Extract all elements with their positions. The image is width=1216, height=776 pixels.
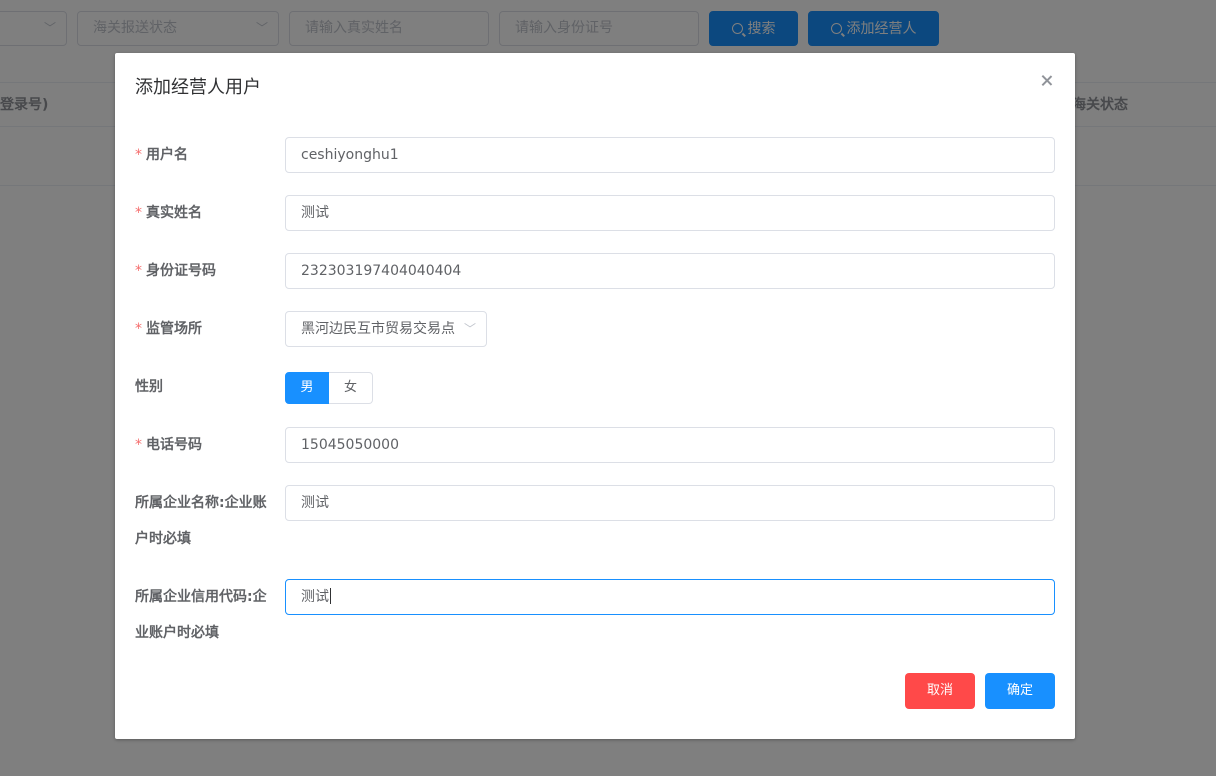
real-name-label: * 真实姓名 [135, 205, 202, 221]
gender-radio-group: 男 女 [285, 372, 373, 404]
real-name-input[interactable]: 测试 [285, 195, 1055, 231]
id-number-label: * 身份证号码 [135, 263, 216, 279]
gender-female-option[interactable]: 女 [329, 372, 373, 404]
site-label: * 监管场所 [135, 321, 202, 337]
cancel-button[interactable]: 取消 [905, 673, 975, 709]
gender-male-option[interactable]: 男 [285, 372, 329, 404]
credit-code-label: 所属企业信用代码:企业账户时必填 [135, 589, 267, 641]
dialog-title: 添加经营人用户 [135, 77, 261, 98]
confirm-button[interactable]: 确定 [985, 673, 1055, 709]
close-icon[interactable] [1039, 73, 1055, 89]
username-label: * 用户名 [135, 147, 188, 163]
gender-label: 性别 [135, 379, 163, 395]
text-caret [330, 588, 331, 604]
site-select-value: 黑河边民互市贸易交易点 [301, 321, 455, 337]
credit-code-input[interactable]: 测试 [285, 579, 1055, 615]
add-operator-dialog: 添加经营人用户 * 用户名 ceshiyonghu1 * 真实姓名 测试 * 身份证号… [115, 53, 1075, 739]
chevron-down-icon: ﹀ [463, 322, 476, 336]
company-name-input[interactable]: 测试 [285, 485, 1055, 521]
site-select[interactable]: 黑河边民互市贸易交易点 ﹀ [285, 311, 487, 347]
phone-input[interactable]: 15045050000 [285, 427, 1055, 463]
username-input[interactable]: ceshiyonghu1 [285, 137, 1055, 173]
company-name-label: 所属企业名称:企业账户时必填 [135, 495, 267, 547]
phone-label: * 电话号码 [135, 437, 202, 453]
id-number-input[interactable]: 232303197404040404 [285, 253, 1055, 289]
